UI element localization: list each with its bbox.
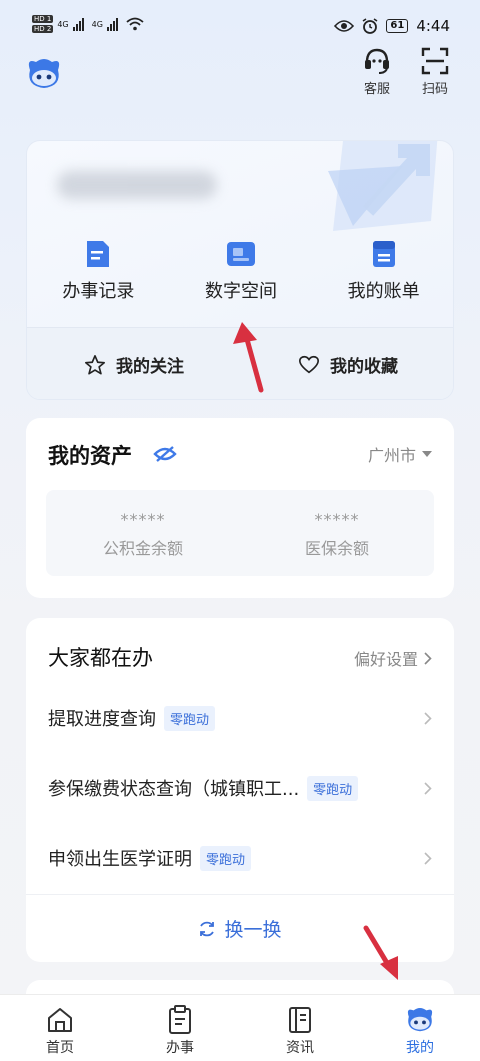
record-icon	[87, 241, 110, 267]
list-item[interactable]: 申领出生医学证明 零跑动	[48, 838, 432, 878]
heart-icon	[299, 355, 319, 373]
tab-label: 办事	[166, 1040, 194, 1056]
profile-actions: 办事记录 数字空间 我的账单	[27, 237, 453, 303]
chevron-right-icon	[424, 711, 432, 725]
hd-badge: HD 1	[32, 15, 54, 23]
tab-services[interactable]: 办事	[120, 995, 240, 1061]
alarm-icon	[362, 18, 378, 34]
annotation-arrow-up	[233, 322, 264, 393]
signal-icon	[72, 17, 84, 31]
hide-eye-icon[interactable]	[153, 445, 177, 463]
hd-badges: HD 1 HD 2	[32, 15, 54, 33]
caret-down-icon	[422, 450, 432, 457]
action-bill[interactable]: 我的账单	[312, 237, 453, 303]
item-label: 参保缴费状态查询（城镇职工...	[48, 779, 300, 800]
asset-value: *****	[120, 510, 166, 529]
tab-label: 首页	[46, 1040, 74, 1056]
medical-balance[interactable]: ***** 医保余额	[240, 490, 434, 576]
app-mascot-logo[interactable]	[24, 56, 64, 92]
action-digital-space[interactable]: 数字空间	[170, 237, 313, 303]
eye-icon	[334, 20, 355, 32]
scan-label: 扫码	[421, 82, 448, 97]
asset-label: 公积金余额	[102, 539, 183, 558]
my-collection-button[interactable]: 我的收藏	[241, 328, 453, 399]
action-label: 办事记录	[62, 281, 135, 302]
assets-title: 我的资产	[48, 444, 132, 468]
popular-services-card: 大家都在办 偏好设置 提取进度查询 零跑动 参保缴费状态查询（城镇职工... 零…	[26, 618, 454, 962]
star-icon	[85, 354, 105, 375]
zero-trip-badge: 零跑动	[200, 845, 252, 871]
my-follow-label: 我的关注	[116, 357, 184, 377]
action-label: 数字空间	[205, 281, 277, 302]
top-bar: 客服 扫码	[0, 40, 480, 100]
action-records[interactable]: 办事记录	[27, 237, 170, 303]
news-icon	[289, 1007, 311, 1033]
status-bar: HD 1 HD 2 4G 4G 61 4:44	[0, 0, 480, 40]
signal-icon	[106, 17, 118, 31]
decorative-emblem	[328, 141, 438, 231]
network-label: 4G	[57, 19, 69, 29]
network-label: 4G	[91, 19, 103, 29]
city-label: 广州市	[367, 446, 416, 465]
assets-summary: ***** 公积金余额 ***** 医保余额	[46, 490, 434, 576]
refresh-icon	[200, 921, 215, 936]
hd-badge: HD 2	[32, 25, 54, 33]
home-icon	[48, 1008, 72, 1032]
popular-title: 大家都在办	[48, 646, 153, 670]
signal-group: HD 1 HD 2 4G 4G	[32, 15, 144, 33]
preference-label: 偏好设置	[353, 650, 418, 669]
fund-balance[interactable]: ***** 公积金余额	[46, 490, 240, 576]
profile-mascot-icon	[407, 1008, 433, 1032]
customer-service-label: 客服	[363, 82, 390, 97]
digital-space-icon	[227, 242, 255, 266]
chevron-right-icon	[424, 781, 432, 795]
tab-label: 我的	[406, 1040, 434, 1056]
city-selector[interactable]: 广州市	[368, 442, 432, 466]
my-collection-label: 我的收藏	[330, 357, 398, 377]
action-label: 我的账单	[347, 281, 420, 302]
preference-settings-link[interactable]: 偏好设置	[354, 646, 432, 670]
bottom-tab-bar: 首页 办事 资讯 我的	[0, 994, 480, 1061]
tab-news[interactable]: 资讯	[240, 995, 360, 1061]
status-right: 61 4:44	[334, 17, 450, 35]
clipboard-icon	[169, 1005, 191, 1034]
scan-button[interactable]: 扫码	[415, 44, 455, 97]
tab-label: 资讯	[286, 1040, 314, 1056]
zero-trip-badge: 零跑动	[164, 705, 216, 731]
refresh-label: 换一换	[224, 919, 282, 941]
list-item[interactable]: 参保缴费状态查询（城镇职工... 零跑动	[48, 768, 432, 808]
asset-label: 医保余额	[304, 539, 369, 558]
asset-value: *****	[314, 510, 360, 529]
bill-icon	[372, 241, 395, 267]
tab-home[interactable]: 首页	[0, 995, 120, 1061]
scan-icon	[421, 47, 449, 75]
list-item[interactable]: 提取进度查询 零跑动	[48, 698, 432, 738]
tab-mine[interactable]: 我的	[360, 995, 480, 1061]
clock: 4:44	[416, 17, 450, 35]
annotation-arrow-down	[363, 925, 398, 980]
my-follow-button[interactable]: 我的关注	[27, 328, 241, 399]
zero-trip-badge: 零跑动	[307, 775, 359, 801]
customer-service-button[interactable]: 客服	[357, 44, 397, 97]
chevron-right-icon	[424, 651, 432, 665]
battery-indicator: 61	[386, 19, 409, 33]
headset-icon	[365, 48, 389, 74]
chevron-right-icon	[424, 851, 432, 865]
item-label: 申领出生医学证明	[48, 849, 192, 870]
assets-card: 我的资产 广州市 ***** 公积金余额 ***** 医保余额	[26, 418, 454, 598]
wifi-icon	[126, 17, 144, 31]
blurred-username	[57, 171, 217, 199]
item-label: 提取进度查询	[48, 709, 156, 730]
